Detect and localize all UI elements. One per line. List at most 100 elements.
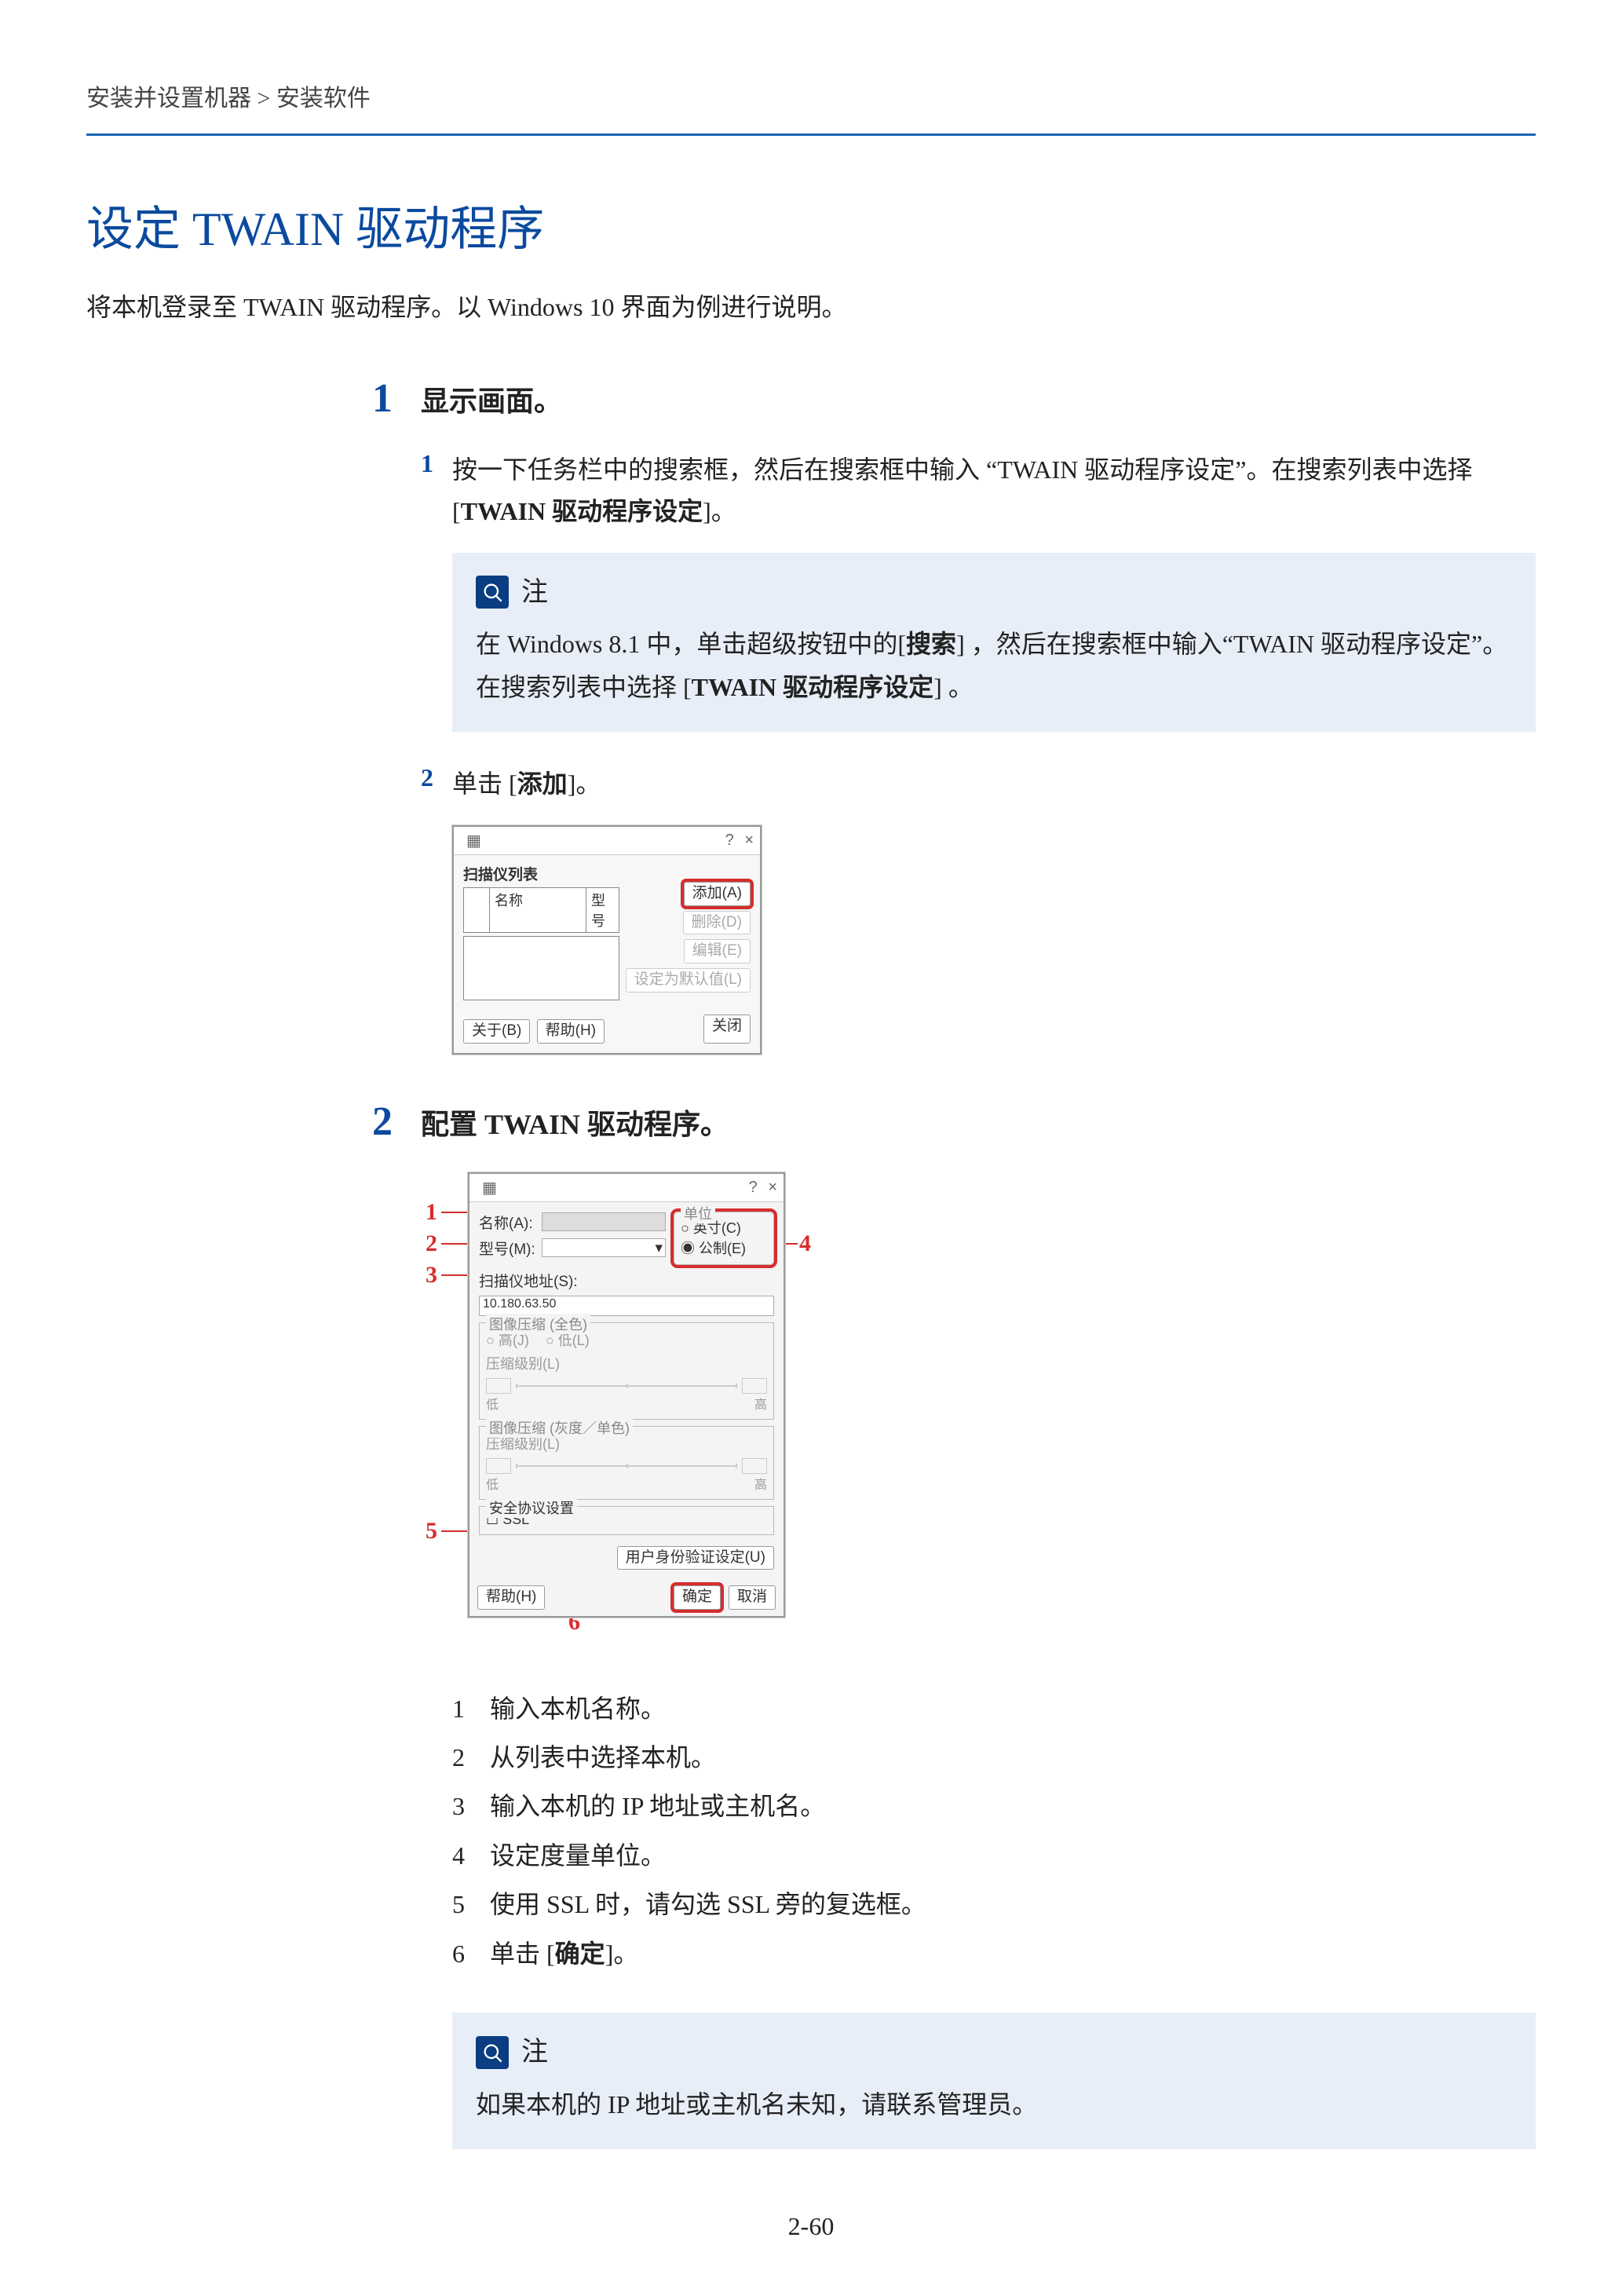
scanner-list-label: 扫描仪列表 bbox=[463, 863, 619, 884]
breadcrumb-sep: > bbox=[258, 86, 271, 112]
dialog1-titlebar: ▦ ? × bbox=[454, 827, 760, 855]
grade-slider[interactable] bbox=[516, 1385, 737, 1387]
ok-button[interactable]: 确定 bbox=[674, 1585, 721, 1610]
unit-legend: 单位 bbox=[681, 1203, 715, 1223]
add-button[interactable]: 添加(A) bbox=[684, 882, 751, 906]
ann-1: 1 bbox=[426, 1199, 437, 1226]
exp5-n: 5 bbox=[452, 1880, 490, 1929]
grade2-high-label: 高 bbox=[754, 1474, 767, 1493]
close-button[interactable]: 关闭 bbox=[703, 1015, 751, 1044]
dialog1-close-button[interactable]: × bbox=[744, 832, 754, 849]
note2-body: 如果本机的 IP 地址或主机名未知，请联系管理员。 bbox=[476, 2083, 1512, 2126]
info-icon bbox=[476, 576, 509, 609]
page-title: 设定 TWAIN 驱动程序 bbox=[86, 191, 1536, 259]
compress-grey-fieldset: 图像压缩 (灰度／单色) 压缩级别(L) 低高 bbox=[479, 1426, 774, 1500]
step1-sub2-num: 2 bbox=[421, 763, 452, 805]
help-button[interactable]: 帮助(H) bbox=[537, 1019, 605, 1044]
unit-mm-radio[interactable]: ◉ 公制(E) bbox=[681, 1238, 767, 1258]
exp2-t: 从列表中选择本机。 bbox=[490, 1743, 716, 1771]
security-fieldset: 安全协议设置 ☐ SSL bbox=[479, 1506, 774, 1535]
col-model: 型号 bbox=[586, 888, 619, 932]
grade2-num-low bbox=[486, 1458, 511, 1474]
dialog2-help-button[interactable]: ? bbox=[749, 1179, 758, 1196]
step-number-2: 2 bbox=[330, 1102, 421, 2181]
exp3-t: 输入本机的 IP 地址或主机名。 bbox=[490, 1792, 825, 1820]
dialog1-icon: ▦ bbox=[466, 831, 481, 850]
help-button-2[interactable]: 帮助(H) bbox=[477, 1585, 545, 1610]
note1-body: 在 Windows 8.1 中，单击超级按钮中的[搜索] ，然后在搜索框中输入“… bbox=[476, 623, 1512, 708]
step-number-1: 1 bbox=[330, 378, 421, 1055]
twain-config-dialog: ▦ ? × 名称(A): 型号(M):▾ 单位 ○ 英寸(C bbox=[468, 1172, 785, 1618]
dialog2-icon: ▦ bbox=[482, 1178, 497, 1197]
twain-list-dialog: ▦ ? × 扫描仪列表 名称 型号 bbox=[452, 825, 762, 1055]
note2-label: 注 bbox=[521, 2030, 548, 2075]
exp1-t: 输入本机名称。 bbox=[490, 1695, 666, 1723]
name-label: 名称(A): bbox=[479, 1212, 542, 1233]
breadcrumb-parent: 安装并设置机器 bbox=[86, 86, 251, 112]
ann-5: 5 bbox=[426, 1518, 437, 1545]
breadcrumb-child: 安装软件 bbox=[276, 86, 371, 112]
edit-button[interactable]: 编辑(E) bbox=[684, 939, 751, 963]
grade-num-low bbox=[486, 1378, 511, 1394]
compress-grey-legend: 图像压缩 (灰度／单色) bbox=[486, 1417, 633, 1438]
note1-b: 搜索 bbox=[906, 630, 956, 658]
page-number: 2-60 bbox=[0, 2212, 1622, 2241]
compress-color-fieldset: 图像压缩 (全色) ○ 高(J) ○ 低(L) 压缩级别(L) 低高 bbox=[479, 1322, 774, 1420]
exp6-c: ]。 bbox=[605, 1940, 639, 1968]
auth-settings-button[interactable]: 用户身份验证设定(U) bbox=[617, 1546, 774, 1570]
grade-label: 压缩级别(L) bbox=[486, 1353, 767, 1373]
s1s2-b: 添加 bbox=[517, 770, 568, 798]
ann-2: 2 bbox=[426, 1230, 437, 1257]
note1-d: TWAIN 驱动程序设定 bbox=[692, 673, 933, 701]
ann-4: 4 bbox=[799, 1230, 811, 1257]
cancel-button[interactable]: 取消 bbox=[729, 1585, 776, 1610]
note-2: 注 如果本机的 IP 地址或主机名未知，请联系管理员。 bbox=[452, 2013, 1536, 2149]
exp3-n: 3 bbox=[452, 1782, 490, 1830]
grade2-low-label: 低 bbox=[486, 1474, 499, 1493]
exp2-n: 2 bbox=[452, 1733, 490, 1782]
step1-sub1-text: 按一下任务栏中的搜索框，然后在搜索框中输入 “TWAIN 驱动程序设定”。在搜索… bbox=[452, 449, 1536, 532]
info-icon bbox=[476, 2036, 509, 2069]
note1-e: ] 。 bbox=[933, 673, 974, 701]
dialog2-titlebar: ▦ ? × bbox=[469, 1174, 784, 1202]
step1-sub2-text: 单击 [添加]。 bbox=[452, 763, 1536, 805]
about-button[interactable]: 关于(B) bbox=[463, 1019, 530, 1044]
compress-color-legend: 图像压缩 (全色) bbox=[486, 1314, 590, 1334]
model-select[interactable]: ▾ bbox=[542, 1238, 666, 1257]
grade2-slider[interactable] bbox=[516, 1465, 737, 1467]
set-default-button[interactable]: 设定为默认值(L) bbox=[626, 968, 751, 993]
step2-title: 配置 TWAIN 驱动程序。 bbox=[421, 1102, 1536, 1143]
dialog1-help-button[interactable]: ? bbox=[725, 832, 734, 849]
name-input[interactable] bbox=[542, 1212, 666, 1231]
step1-title: 显示画面。 bbox=[421, 378, 1536, 419]
exp6-a: 单击 [ bbox=[490, 1940, 555, 1968]
s1s2-a: 单击 [ bbox=[452, 770, 517, 798]
col-name: 名称 bbox=[490, 888, 586, 932]
exp6-b: 确定 bbox=[555, 1940, 605, 1968]
s1s2-c: ]。 bbox=[568, 770, 601, 798]
step1-sub1-c: ]。 bbox=[703, 497, 736, 525]
model-label: 型号(M): bbox=[479, 1238, 542, 1259]
scanner-list-body[interactable] bbox=[463, 936, 619, 1000]
grade2-num-high bbox=[742, 1458, 767, 1474]
unit-fieldset: 单位 ○ 英寸(C) ◉ 公制(E) bbox=[674, 1212, 774, 1265]
security-legend: 安全协议设置 bbox=[486, 1497, 577, 1518]
chevron-down-icon: ▾ bbox=[655, 1239, 663, 1257]
grade-high-label: 高 bbox=[754, 1394, 767, 1413]
intro-text: 将本机登录至 TWAIN 驱动程序。以 Windows 10 界面为例进行说明。 bbox=[86, 287, 1536, 324]
unit-mm-label: 公制(E) bbox=[699, 1241, 746, 1256]
step1-sub1-num: 1 bbox=[421, 449, 452, 532]
explanation-list: 1输入本机名称。 2从列表中选择本机。 3输入本机的 IP 地址或主机名。 4设… bbox=[452, 1684, 1536, 1978]
note1-a: 在 Windows 8.1 中，单击超级按钮中的[ bbox=[476, 630, 906, 658]
exp6-n: 6 bbox=[452, 1929, 490, 1978]
exp4-n: 4 bbox=[452, 1831, 490, 1880]
grade-low-label: 低 bbox=[486, 1394, 499, 1413]
delete-button[interactable]: 删除(D) bbox=[683, 911, 751, 935]
exp5-t: 使用 SSL 时，请勾选 SSL 旁的复选框。 bbox=[490, 1890, 926, 1918]
breadcrumb: 安装并设置机器 > 安装软件 bbox=[86, 79, 1536, 113]
scanner-list-header: 名称 型号 bbox=[463, 887, 619, 933]
twain-config-figure: 1 2 3 4 5 6 ▦ ? × bbox=[421, 1172, 829, 1659]
dialog2-close-button[interactable]: × bbox=[768, 1179, 777, 1196]
ann-3: 3 bbox=[426, 1262, 437, 1289]
grade-num-high bbox=[742, 1378, 767, 1394]
